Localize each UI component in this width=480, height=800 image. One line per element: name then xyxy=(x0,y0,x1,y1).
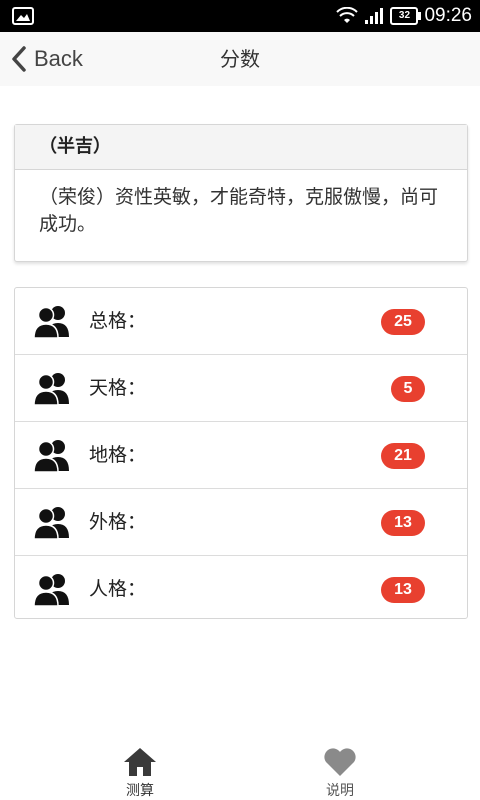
score-list: 总格： 25 天格： 5 地格： 21 外格： 13 人格： 13 xyxy=(14,287,468,619)
people-icon xyxy=(33,373,69,405)
result-card: （半吉） （荣俊）资性英敏，才能奇特，克服傲慢，尚可成功。 xyxy=(14,124,468,262)
result-heading: （半吉） xyxy=(15,125,467,170)
score-label: 地格： xyxy=(89,444,147,466)
score-row-tiange[interactable]: 天格： 5 xyxy=(15,355,467,422)
score-label: 总格： xyxy=(89,310,147,332)
status-bar: 32 09:26 xyxy=(0,0,480,32)
score-row-renge[interactable]: 人格： 13 xyxy=(15,556,467,622)
gallery-icon xyxy=(12,7,34,25)
score-label: 人格： xyxy=(89,578,147,600)
people-icon xyxy=(33,574,69,606)
clock: 09:26 xyxy=(424,5,472,26)
people-icon xyxy=(33,440,69,472)
score-badge: 13 xyxy=(381,577,425,603)
score-label: 天格： xyxy=(89,377,147,399)
people-icon xyxy=(33,306,69,338)
home-icon xyxy=(124,748,156,776)
status-icons: 32 09:26 xyxy=(336,0,472,32)
wifi-icon xyxy=(336,7,359,23)
score-row-waige[interactable]: 外格： 13 xyxy=(15,489,467,556)
signal-icon xyxy=(365,8,384,24)
app-header: Back 分数 xyxy=(0,32,480,86)
score-row-zongge[interactable]: 总格： 25 xyxy=(15,288,467,355)
tab-help[interactable]: 说明 xyxy=(280,740,400,800)
score-badge: 13 xyxy=(381,510,425,536)
score-row-dige[interactable]: 地格： 21 xyxy=(15,422,467,489)
tab-calculate[interactable]: 测算 xyxy=(80,740,200,800)
page-title: 分数 xyxy=(220,47,260,71)
score-badge: 25 xyxy=(381,309,425,335)
result-text: （荣俊）资性英敏，才能奇特，克服傲慢，尚可成功。 xyxy=(39,186,439,235)
heart-icon xyxy=(324,748,356,776)
tab-label: 测算 xyxy=(126,783,154,799)
score-badge: 5 xyxy=(391,376,425,402)
score-label: 外格： xyxy=(89,511,147,533)
battery-icon: 32 xyxy=(390,7,422,25)
bottom-nav: 测算 说明 xyxy=(0,740,480,800)
people-icon xyxy=(33,507,69,539)
score-badge: 21 xyxy=(381,443,425,469)
tab-label: 说明 xyxy=(326,783,354,799)
